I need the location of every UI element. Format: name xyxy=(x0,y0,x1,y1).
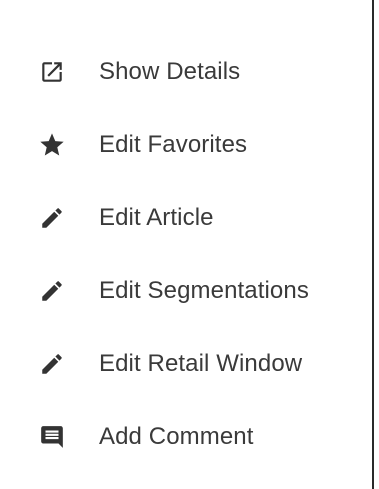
pencil-icon xyxy=(37,349,67,379)
pencil-icon xyxy=(37,203,67,233)
menu-item-edit-article[interactable]: Edit Article xyxy=(0,181,372,254)
menu-item-label: Edit Favorites xyxy=(99,130,248,158)
context-menu: Show Details Edit Favorites Edit Article… xyxy=(0,0,374,489)
star-icon xyxy=(37,130,67,160)
menu-item-edit-favorites[interactable]: Edit Favorites xyxy=(0,108,372,181)
menu-item-label: Edit Retail Window xyxy=(99,349,303,377)
menu-item-show-details[interactable]: Show Details xyxy=(0,35,372,108)
menu-item-edit-segmentations[interactable]: Edit Segmentations xyxy=(0,254,372,327)
menu-item-add-comment[interactable]: Add Comment xyxy=(0,400,372,473)
open-in-new-icon xyxy=(37,57,67,87)
menu-item-label: Edit Article xyxy=(99,203,214,231)
menu-item-edit-retail-window[interactable]: Edit Retail Window xyxy=(0,327,372,400)
menu-item-label: Edit Segmentations xyxy=(99,276,309,304)
comment-icon xyxy=(37,422,67,452)
menu-item-label: Add Comment xyxy=(99,422,254,450)
menu-item-label: Show Details xyxy=(99,57,241,85)
pencil-icon xyxy=(37,276,67,306)
